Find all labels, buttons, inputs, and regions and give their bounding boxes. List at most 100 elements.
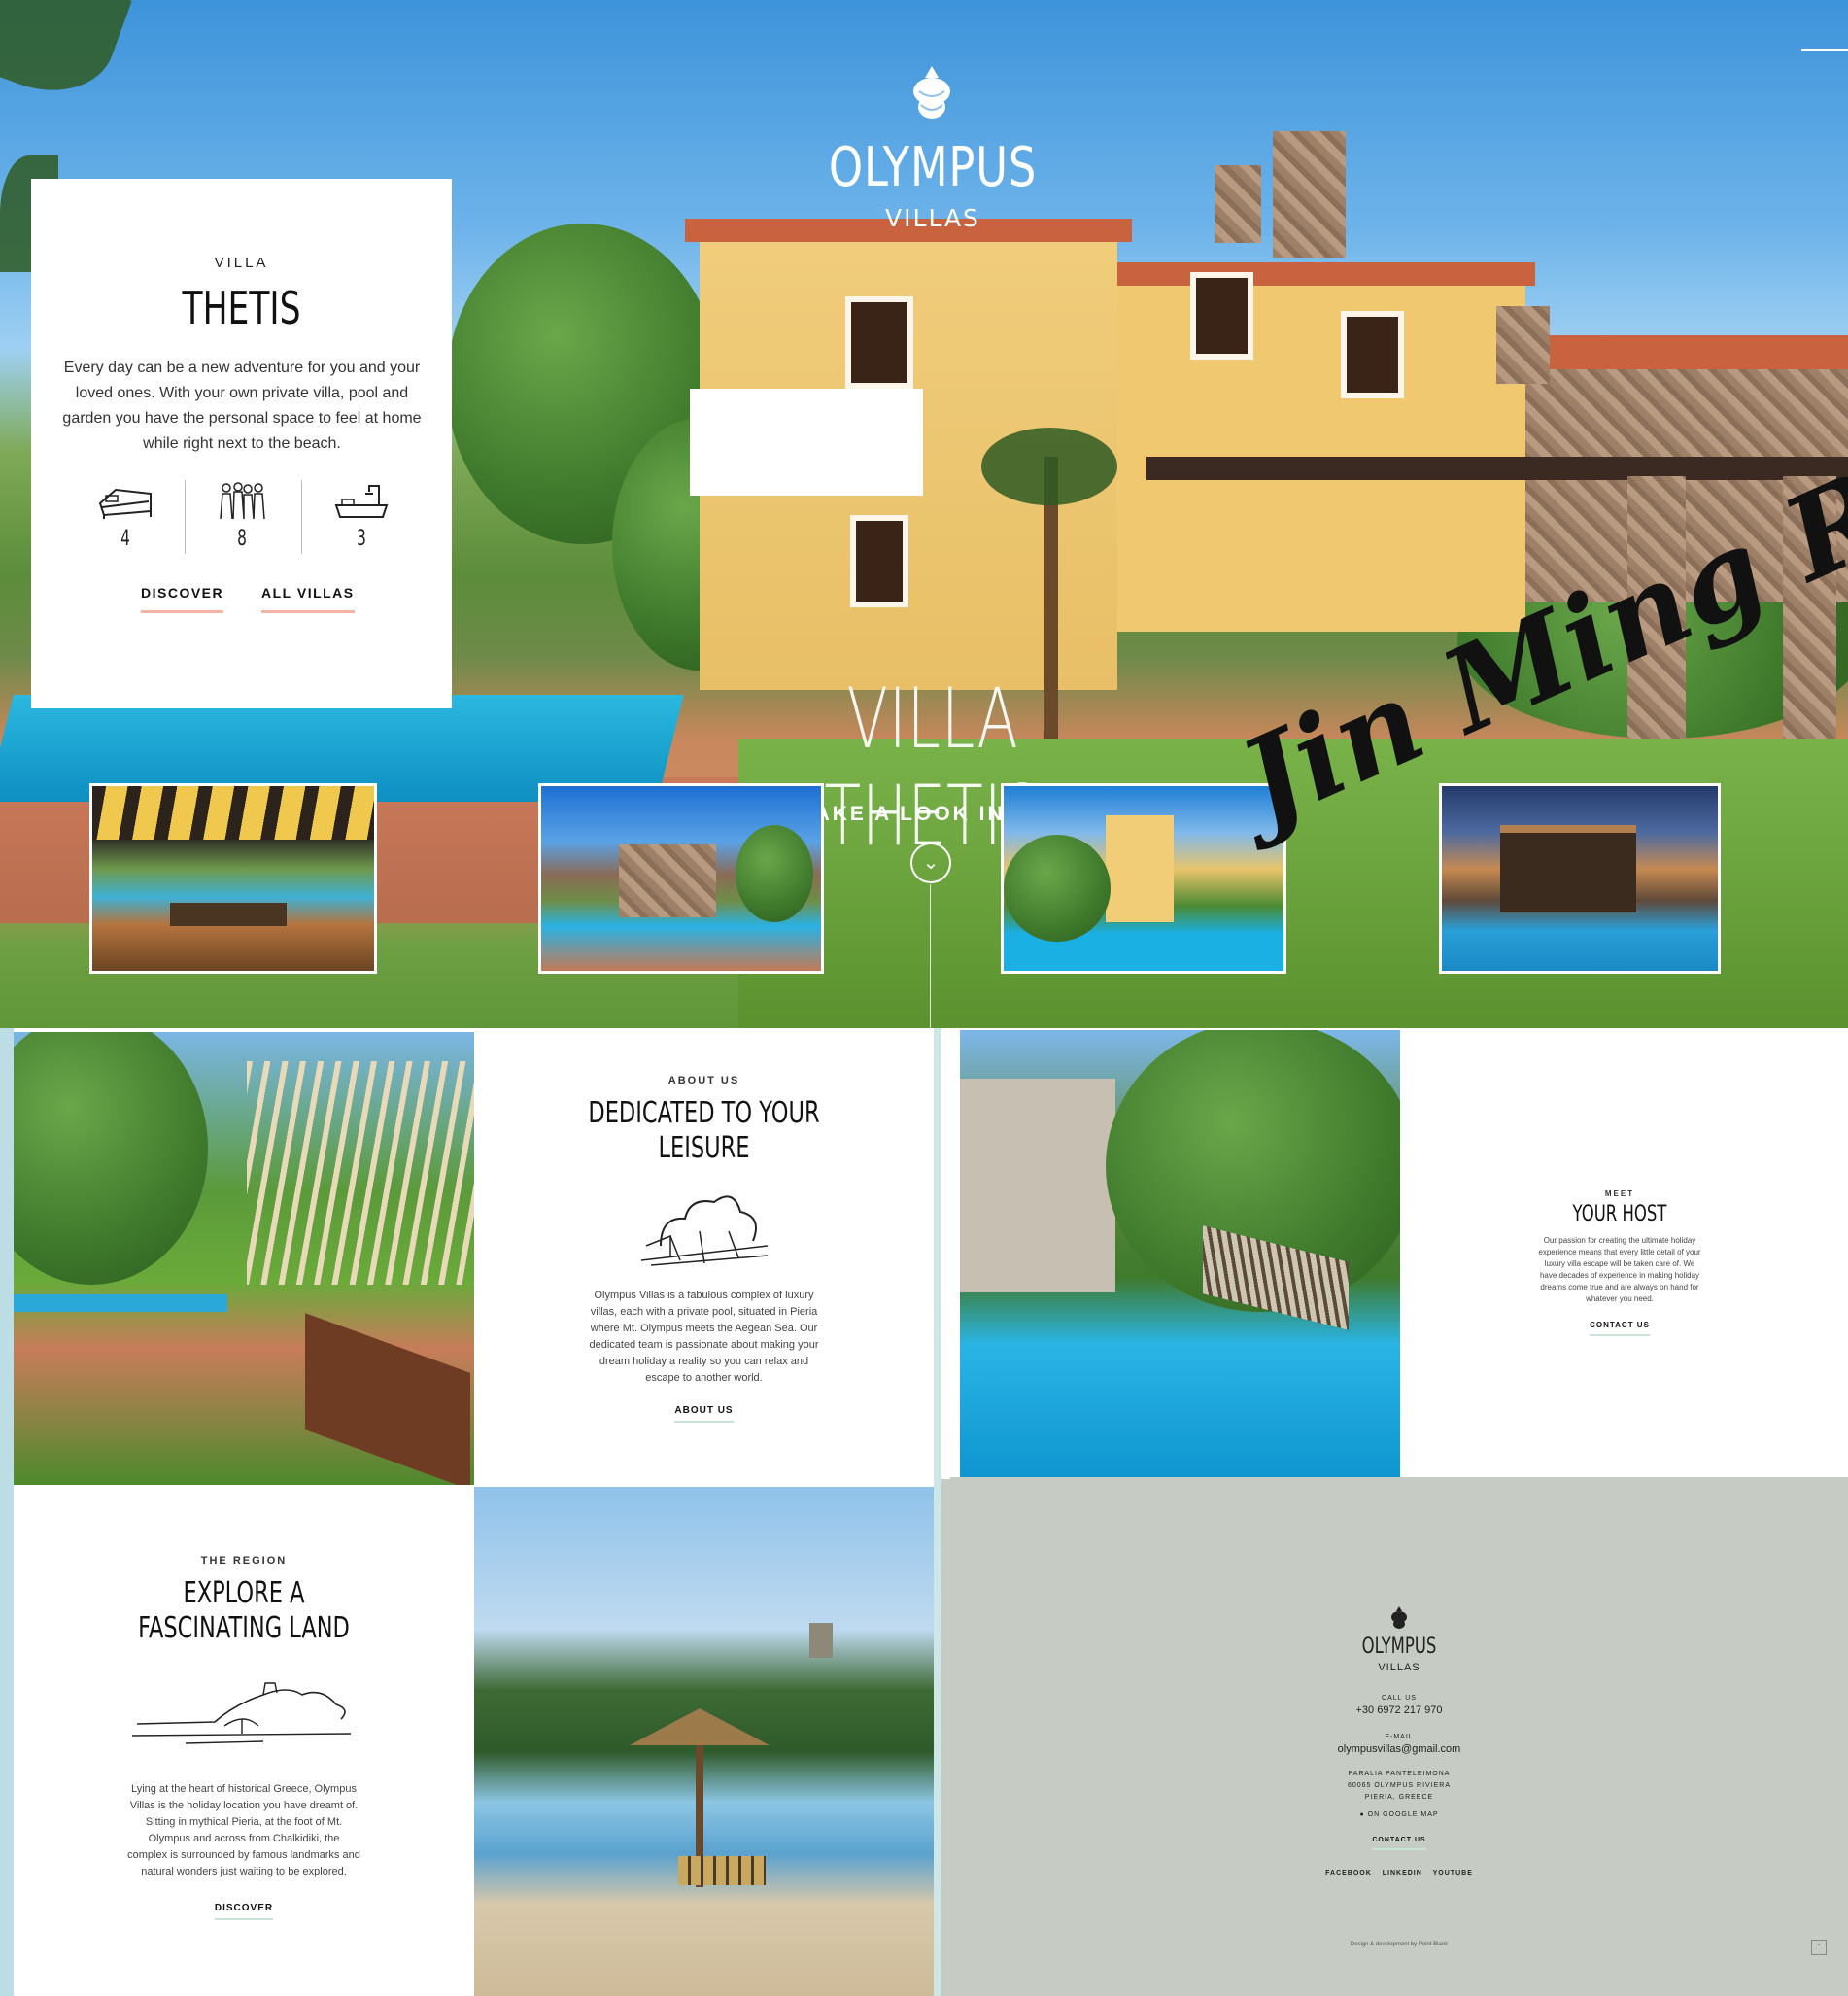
feature-guests-value: 8	[237, 527, 247, 551]
tree-decoration	[1004, 835, 1111, 942]
about-us-link[interactable]: ABOUT US	[674, 1405, 734, 1423]
footer-brand-name[interactable]: OLYMPUS	[1063, 1635, 1736, 1659]
dining-table-decoration	[170, 903, 287, 926]
footer: OLYMPUS VILLAS CALL US +30 6972 217 970 …	[950, 1477, 1848, 1996]
window-decoration	[850, 515, 908, 607]
host-panel: MEET YOUR HOST Our passion for creating …	[1400, 1030, 1839, 1479]
about-title-line1: DEDICATED TO YOUR	[588, 1096, 820, 1130]
bed-icon	[98, 488, 152, 519]
feature-bathrooms-value: 3	[357, 527, 366, 551]
card-description: Every day can be a new adventure for you…	[62, 360, 422, 452]
lounger-decoration	[305, 1313, 470, 1485]
footer-credit[interactable]: Design & development by Point Blank	[950, 1942, 1848, 1947]
address-line-1: PARALIA PANTELEIMONA	[1348, 1771, 1451, 1777]
tree-decoration	[736, 825, 813, 922]
feature-bedrooms-value: 4	[120, 527, 130, 551]
chevron-up-icon: ˆ	[1817, 1943, 1821, 1952]
host-kicker: MEET	[1604, 1189, 1635, 1198]
chimney-decoration	[1273, 131, 1346, 258]
social-links: FACEBOOK LINKEDIN YOUTUBE	[950, 1870, 1848, 1876]
villa-info-card: VILLA THETIS Every day can be a new adve…	[31, 179, 452, 708]
house-facade-decoration	[1106, 815, 1174, 922]
region-kicker: THE REGION	[200, 1555, 288, 1566]
pergola-shade-decoration	[92, 786, 374, 840]
region-title-line2: FASCINATING LAND	[138, 1611, 350, 1645]
gallery-thumbnail-pool-view[interactable]	[1001, 783, 1286, 974]
chimney-decoration	[1215, 165, 1261, 243]
pool-edge-decoration	[14, 1294, 227, 1312]
brand-name[interactable]: OLYMPUS	[808, 136, 1057, 199]
chevron-down-icon: ⌄	[922, 852, 940, 874]
pool-garden-photo	[960, 1030, 1400, 1479]
lit-house-decoration	[1500, 825, 1636, 912]
card-title: THETIS	[182, 282, 301, 334]
gallery-thumbnail-evening-pool[interactable]	[1439, 783, 1721, 974]
region-title-line1: EXPLORE A	[183, 1576, 305, 1610]
scroll-down-button[interactable]: ⌄	[910, 843, 951, 883]
feature-bathrooms: 3	[303, 482, 420, 551]
gallery-thumbnail-villa-exterior[interactable]	[538, 783, 824, 974]
hammock-photo	[14, 1032, 474, 1485]
region-discover-link[interactable]: DISCOVER	[214, 1903, 274, 1920]
about-kicker: ABOUT US	[667, 1075, 740, 1086]
discover-link[interactable]: DISCOVER	[141, 585, 224, 613]
building-decoration	[960, 1079, 1115, 1292]
bathtub-icon	[334, 485, 389, 518]
about-title-line2: LEISURE	[658, 1131, 750, 1165]
google-map-label: ON GOOGLE MAP	[1367, 1811, 1439, 1818]
about-panel: ABOUT US DEDICATED TO YOUR LEISURE Olymp…	[474, 1032, 934, 1485]
pinecone-icon	[913, 66, 950, 119]
feature-divider	[301, 480, 302, 554]
feature-bedrooms: 4	[67, 482, 184, 551]
linkedin-link[interactable]: LINKEDIN	[1383, 1870, 1422, 1876]
beach-photo	[474, 1487, 934, 1996]
villa-sketch-icon	[640, 1195, 768, 1266]
tree-decoration	[14, 1032, 208, 1285]
stone-house-decoration	[619, 844, 716, 917]
contact-us-link[interactable]: CONTACT US	[1590, 1321, 1650, 1337]
hammock-rope-decoration	[247, 1061, 474, 1285]
castle-tower-decoration	[809, 1623, 833, 1658]
balcony-decoration	[690, 389, 923, 496]
roof-decoration	[1117, 262, 1535, 286]
google-map-link[interactable]: ● ON GOOGLE MAP	[950, 1811, 1848, 1818]
coast-sketch-icon	[131, 1682, 352, 1744]
people-icon	[220, 482, 265, 520]
pergola-decoration	[1146, 457, 1848, 480]
palm-crown-decoration	[981, 428, 1117, 505]
footer-contact-wrap: CONTACT US	[950, 1829, 1848, 1850]
region-text: Lying at the heart of historical Greece,…	[127, 1783, 360, 1877]
call-us-label: CALL US	[1382, 1695, 1417, 1702]
window-decoration	[1190, 272, 1253, 360]
youtube-link[interactable]: YOUTUBE	[1433, 1870, 1473, 1876]
scroll-line	[930, 884, 931, 1028]
host-title: YOUR HOST	[1572, 1202, 1667, 1226]
edge-strip	[0, 1028, 14, 1996]
region-panel: THE REGION EXPLORE A FASCINATING LAND Ly…	[14, 1487, 474, 1996]
host-text: Our passion for creating the ultimate ho…	[1538, 1236, 1701, 1304]
map-pin-icon: ●	[1359, 1811, 1365, 1818]
beach-chairs-decoration	[678, 1856, 766, 1885]
footer-brand-subtitle: VILLAS	[1378, 1662, 1420, 1673]
hero-section: OLYMPUS VILLAS VILLA THETIS TAKE A LOOK …	[0, 0, 1848, 1028]
footer-contact-link[interactable]: CONTACT US	[1372, 1837, 1426, 1850]
address-line-3: PIERIA, GREECE	[1364, 1794, 1434, 1801]
footer-email[interactable]: olympusvillas@gmail.com	[950, 1743, 1848, 1755]
menu-line[interactable]	[1801, 49, 1848, 51]
window-decoration	[1341, 311, 1404, 398]
chimney-decoration	[1496, 306, 1550, 384]
footer-pinecone-icon	[1391, 1606, 1407, 1629]
gallery-thumbnail-pergola[interactable]	[89, 783, 377, 974]
straw-umbrella-decoration	[630, 1708, 770, 1745]
back-to-top-button[interactable]: ˆ	[1811, 1940, 1827, 1955]
facebook-link[interactable]: FACEBOOK	[1325, 1870, 1372, 1876]
card-kicker: VILLA	[214, 255, 269, 271]
feature-guests: 8	[184, 482, 300, 551]
about-text: Olympus Villas is a fabulous complex of …	[589, 1290, 819, 1384]
email-label: E-MAIL	[1385, 1734, 1414, 1740]
palm-leaves-decoration	[0, 0, 132, 111]
window-decoration	[845, 296, 913, 389]
all-villas-link[interactable]: ALL VILLAS	[261, 585, 355, 613]
footer-phone[interactable]: +30 6972 217 970	[950, 1704, 1848, 1716]
address-line-2: 60065 OLYMPUS RIVIERA	[1347, 1782, 1452, 1789]
